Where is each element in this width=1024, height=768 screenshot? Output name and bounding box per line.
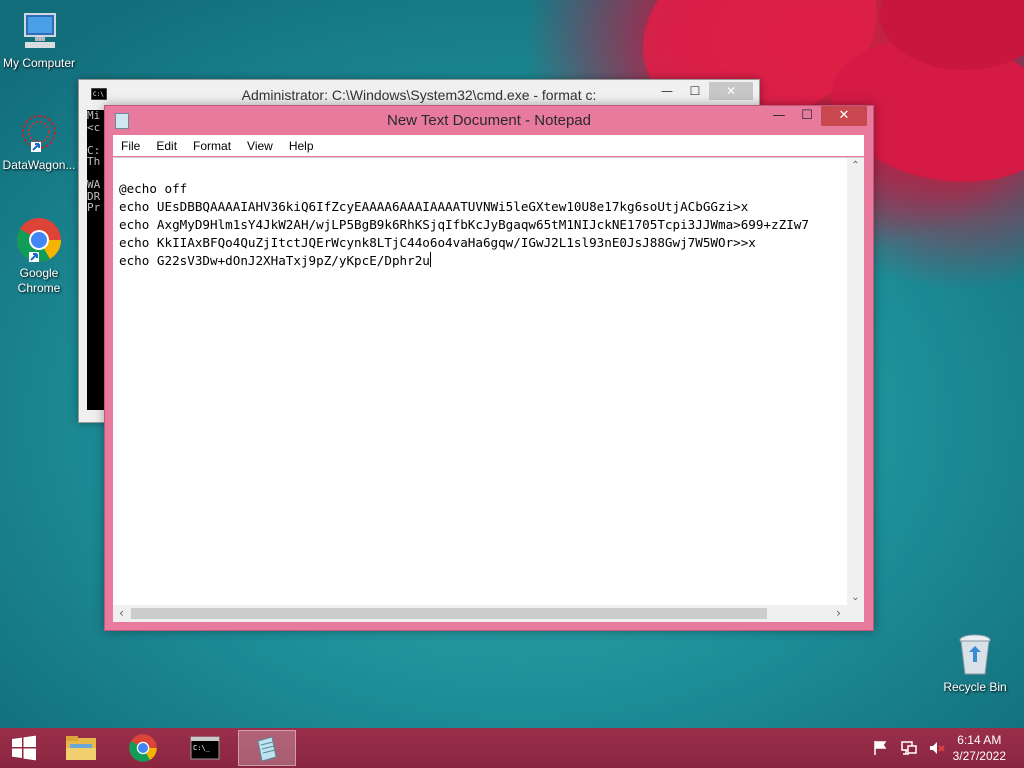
windows-logo-icon [12, 735, 36, 761]
text-cursor [429, 252, 431, 267]
taskbar-cmd[interactable]: C:\_ [176, 730, 234, 766]
maximize-button[interactable]: ☐ [793, 106, 821, 126]
computer-icon [24, 13, 56, 48]
desktop-icon-recycle-bin[interactable]: Recycle Bin [937, 632, 1013, 695]
scrollbar-corner [847, 605, 864, 622]
text-line: echo G22sV3Dw+dOnJ2XHaTxj9pZ/yKpcE/Dphr2… [119, 253, 430, 268]
taskbar-notepad[interactable] [238, 730, 296, 766]
chrome-icon [129, 734, 157, 762]
cmd-titlebar[interactable]: C:\ Administrator: C:\Windows\System32\c… [79, 80, 759, 103]
close-button[interactable]: ✕ [821, 106, 867, 126]
clock-time: 6:14 AM [957, 733, 1002, 747]
cmd-window-controls: — ☐ ✕ [653, 82, 753, 100]
start-button[interactable] [0, 730, 48, 766]
notepad-edit-area[interactable]: @echo off echo UEsDBBQAAAAIAHV36kiQ6IfZcy… [113, 157, 864, 622]
taskbar-file-explorer[interactable] [52, 730, 110, 766]
close-button[interactable]: ✕ [709, 82, 753, 100]
menu-file[interactable]: File [113, 139, 148, 153]
notepad-menubar: File Edit Format View Help [113, 135, 864, 156]
menu-edit[interactable]: Edit [148, 139, 185, 153]
notepad-window-controls: — ☐ ✕ [765, 106, 867, 126]
scroll-left-arrow-icon[interactable]: ‹ [113, 605, 130, 622]
volume-muted-icon[interactable] [928, 739, 946, 757]
menu-help[interactable]: Help [281, 139, 322, 153]
system-clock[interactable]: 6:14 AM 3/27/2022 [953, 732, 1006, 764]
desktop-icon-google-chrome[interactable]: Google Chrome [1, 216, 77, 296]
text-line: echo KkIIAxBFQo4QuZjItctJQErWcynk8LTjC44… [119, 235, 756, 250]
desktop-icon-label: My Computer [2, 56, 76, 70]
vertical-scrollbar[interactable]: ⌃ ⌄ [847, 158, 864, 605]
svg-text:C:\_: C:\_ [193, 744, 211, 752]
minimize-button[interactable]: — [765, 106, 793, 126]
notepad-window[interactable]: New Text Document - Notepad — ☐ ✕ File E… [104, 105, 874, 631]
system-tray [872, 728, 946, 768]
text-line: echo UEsDBBQAAAAIAHV36kiQ6IfZcyEAAAA6AAA… [119, 199, 749, 214]
desktop-icon-label: Recycle Bin [943, 680, 1007, 694]
notepad-titlebar[interactable]: New Text Document - Notepad — ☐ ✕ [105, 106, 873, 134]
recycle-bin-icon [959, 634, 991, 675]
desktop-icon-my-computer[interactable]: My Computer [1, 10, 77, 71]
scroll-up-arrow-icon[interactable]: ⌃ [847, 160, 864, 171]
scroll-right-arrow-icon[interactable]: › [830, 605, 847, 622]
text-line: echo AxgMyD9Hlm1sY4JkW2AH/wjLP5BgB9k6RhK… [119, 217, 809, 232]
chrome-icon [17, 218, 61, 262]
desktop: My Computer DataWagon... Google Chrome R… [0, 0, 1024, 728]
folder-icon [66, 736, 96, 760]
datawagon-icon [22, 115, 56, 152]
taskbar: C:\_ 6:14 AM 3/27/2022 [0, 728, 1024, 768]
horizontal-scrollbar[interactable]: ‹ › [113, 605, 847, 622]
clock-date: 3/27/2022 [952, 749, 1006, 763]
cmd-icon: C:\_ [190, 736, 220, 760]
menu-view[interactable]: View [239, 139, 281, 153]
notepad-icon [257, 736, 277, 762]
minimize-button[interactable]: — [653, 82, 681, 100]
scroll-down-arrow-icon[interactable]: ⌄ [847, 592, 864, 603]
network-icon[interactable] [900, 739, 918, 757]
notepad-window-title: New Text Document - Notepad [387, 112, 591, 129]
taskbar-chrome[interactable] [114, 730, 172, 766]
menu-format[interactable]: Format [185, 139, 239, 153]
text-line: @echo off [119, 181, 188, 196]
maximize-button[interactable]: ☐ [681, 82, 709, 100]
action-center-flag-icon[interactable] [872, 739, 890, 757]
horizontal-scroll-thumb[interactable] [131, 608, 767, 619]
notepad-text[interactable]: @echo off echo UEsDBBQAAAAIAHV36kiQ6IfZcy… [119, 180, 846, 602]
desktop-icon-label: Google Chrome [17, 266, 61, 295]
desktop-icon-label: DataWagon... [2, 158, 76, 172]
desktop-icon-datawagon[interactable]: DataWagon... [1, 112, 77, 173]
